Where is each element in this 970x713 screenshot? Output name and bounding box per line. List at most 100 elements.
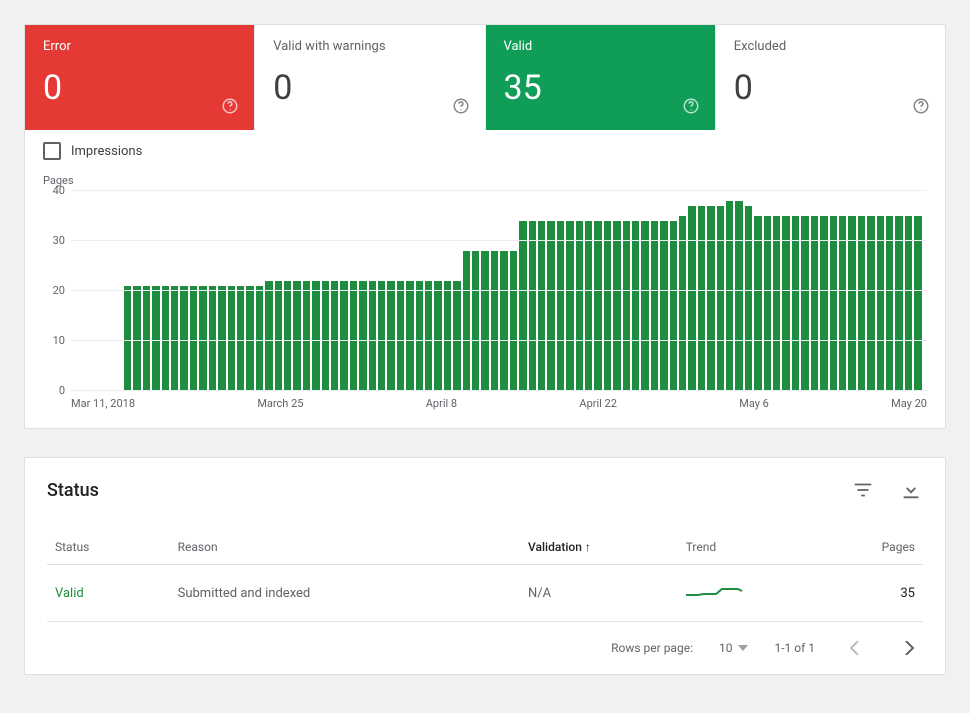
bar [322,281,329,391]
bar [707,206,714,391]
col-reason[interactable]: Reason [170,530,520,565]
bar [397,281,404,391]
stat-warnings[interactable]: Valid with warnings 0 [255,25,485,130]
bar [754,216,761,391]
bar [886,216,893,391]
bar [369,281,376,391]
bar [566,221,573,391]
bar [519,221,526,391]
status-title: Status [47,480,99,501]
next-page-button[interactable] [895,634,923,662]
bar [510,251,517,391]
x-axis: Mar 11, 2018March 25April 8April 22May 6… [71,397,927,410]
row-status: Valid [47,565,170,622]
bar-plot [71,191,927,391]
stat-valid-label: Valid [504,39,697,54]
bar [171,286,178,391]
col-pages[interactable]: Pages [835,530,923,565]
chart-area: Pages 010203040 Mar 11, 2018March 25Apri… [25,166,945,428]
bar [529,221,536,391]
row-pages: 35 [835,565,923,622]
bar [162,286,169,391]
bar [651,221,658,391]
trend-sparkline [686,583,746,599]
bar [914,216,921,391]
bar [275,281,282,391]
bar [745,206,752,391]
sort-asc-icon: ↑ [585,540,591,554]
bar [143,286,150,391]
help-icon[interactable] [451,96,471,116]
bar [246,286,253,391]
pagination-range: 1-1 of 1 [774,641,815,655]
bar [660,221,667,391]
rows-per-page-label: Rows per page: [611,641,693,655]
bar [895,216,902,391]
stat-row: Error 0 Valid with warnings 0 Valid 35 E… [25,25,945,130]
bar [585,221,592,391]
bar [839,216,846,391]
bar [811,216,818,391]
bar [472,251,479,391]
bar [481,251,488,391]
y-axis-label: Pages [43,174,927,187]
bar [801,216,808,391]
bar [773,216,780,391]
bar [340,281,347,391]
bar [180,286,187,391]
row-reason: Submitted and indexed [170,565,520,622]
bar [416,281,423,391]
chevron-right-icon [904,641,914,655]
bar [350,281,357,391]
bar [387,281,394,391]
bar [453,281,460,391]
bar [284,281,291,391]
stat-error[interactable]: Error 0 [25,25,255,130]
stat-error-value: 0 [43,68,236,108]
impressions-toggle[interactable]: Impressions [25,130,945,166]
bar [444,281,451,391]
filter-icon[interactable] [851,478,875,502]
bar [378,281,385,391]
bar [830,216,837,391]
bar [641,221,648,391]
bar [604,221,611,391]
stat-valid[interactable]: Valid 35 [486,25,716,130]
impressions-label: Impressions [71,144,142,159]
bar [237,286,244,391]
bar [331,281,338,391]
bar [670,221,677,391]
table-row[interactable]: Valid Submitted and indexed N/A 35 [47,565,923,622]
bar [877,216,884,391]
col-status[interactable]: Status [47,530,170,565]
prev-page-button[interactable] [841,634,869,662]
bar [858,216,865,391]
chevron-left-icon [850,641,860,655]
download-icon[interactable] [899,478,923,502]
bar [312,281,319,391]
rows-per-page-select[interactable]: 10 [719,641,749,655]
stat-valid-value: 35 [504,68,697,108]
checkbox-icon [43,142,61,160]
bar [256,286,263,391]
bar-chart: 010203040 [71,191,927,391]
help-icon[interactable] [681,96,701,116]
bar [848,216,855,391]
status-card: Status Status Reason Validation ↑ Trend … [24,457,946,675]
stat-excluded[interactable]: Excluded 0 [716,25,945,130]
help-icon[interactable] [911,96,931,116]
bar [463,251,470,391]
bar [698,206,705,391]
bar [265,281,272,391]
col-validation[interactable]: Validation ↑ [520,530,678,565]
col-trend[interactable]: Trend [678,530,836,565]
bar [594,221,601,391]
bar [190,286,197,391]
bar [820,216,827,391]
stat-excluded-label: Excluded [734,39,927,54]
stat-warnings-value: 0 [273,68,466,108]
help-icon[interactable] [220,96,240,116]
bar [209,286,216,391]
row-validation: N/A [520,565,678,622]
bar [735,201,742,391]
